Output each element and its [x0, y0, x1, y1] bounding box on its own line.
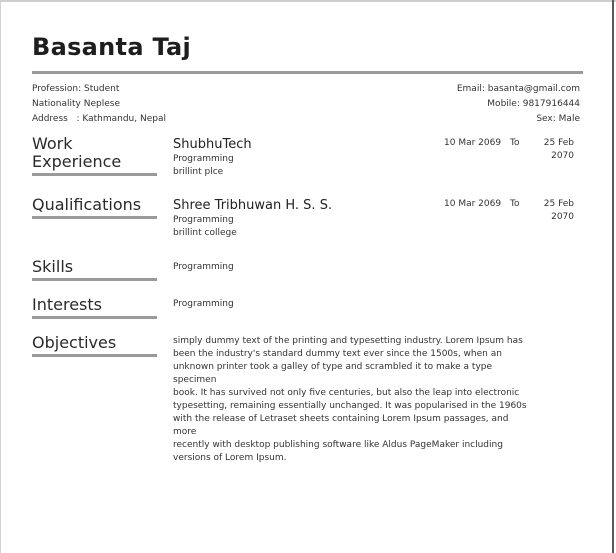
header-divider [32, 71, 583, 74]
work-end-year: 2070 [551, 151, 574, 161]
nationality-label: Nationality [32, 99, 81, 109]
qualification-end-day: 25 Feb [543, 199, 574, 209]
work-organization: ShubhuTech [173, 137, 252, 152]
email-value: basanta@gmail.com [487, 84, 580, 94]
nationality-value: Neplese [83, 99, 120, 109]
email-label: Email: [456, 84, 485, 94]
resume-name: Basanta Taj [32, 33, 192, 61]
objectives-heading: Objectives [32, 334, 157, 357]
skills-heading: Skills [32, 258, 157, 281]
objectives-text: simply dummy text of the printing and ty… [173, 335, 533, 465]
nationality-row: Nationality Neplese [32, 97, 166, 112]
work-start-date: 10 Mar 2069 [444, 138, 502, 148]
work-experience-heading: Work Experience [32, 135, 157, 176]
work-heading-line2: Experience [32, 152, 122, 171]
email-row: Email: basanta@gmail.com [457, 82, 580, 97]
qualification-end-date: 25 Feb 2070 [532, 198, 574, 224]
qualification-to-label: To [510, 199, 520, 209]
page-left-border [0, 0, 1, 553]
work-role: Programming [173, 154, 234, 164]
address-label: Address [32, 114, 68, 124]
work-details: ShubhuTech Programming brillint plce [173, 136, 252, 179]
profession-value: Student [83, 84, 120, 94]
mobile-row: Mobile: 9817916444 [457, 97, 580, 112]
qualifications-heading: Qualifications [32, 196, 157, 219]
objective-line: recently with desktop publishing softwar… [173, 440, 503, 450]
qualification-start-date: 10 Mar 2069 [444, 199, 502, 209]
address-row: Address : Kathmandu, Nepal [32, 112, 166, 127]
work-heading-line1: Work [32, 134, 73, 153]
page-right-border [612, 0, 614, 553]
work-end-day: 25 Feb [543, 138, 574, 148]
address-value: Kathmandu, Nepal [82, 114, 166, 124]
objective-line: versions of Lorem Ipsum. [173, 453, 287, 463]
objective-line: unknown printer took a galley of type an… [173, 362, 493, 385]
personal-info-right: Email: basanta@gmail.com Mobile: 9817916… [457, 82, 580, 127]
objective-line: book. It has survived not only five cent… [173, 388, 520, 398]
work-note: brillint plce [173, 167, 224, 177]
qualification-note: brillint college [173, 228, 237, 238]
objective-line: simply dummy text of the printing and ty… [173, 336, 523, 346]
objective-line: been the industry's standard dummy text … [173, 349, 502, 359]
mobile-label: Mobile: [487, 99, 520, 109]
interests-heading: Interests [32, 296, 157, 319]
profession-label: Profession: [32, 84, 82, 94]
objective-line: typesetting, remaining essentially uncha… [173, 401, 527, 411]
profession-row: Profession: Student [32, 82, 166, 97]
objective-line: with the release of Letraset sheets cont… [173, 414, 509, 437]
interests-value: Programming [173, 299, 234, 309]
qualification-end-year: 2070 [551, 212, 574, 222]
sex-row: Sex: Male [457, 112, 580, 127]
skills-value: Programming [173, 262, 234, 272]
work-to-label: To [510, 138, 520, 148]
work-end-date: 25 Feb 2070 [532, 137, 574, 163]
qualification-details: Shree Tribhuwan H. S. S. Programming bri… [173, 197, 332, 240]
page-top-border [0, 0, 616, 2]
sex-label: Sex: [536, 114, 556, 124]
sex-value: Male [558, 114, 580, 124]
mobile-value: 9817916444 [522, 99, 580, 109]
qualification-field: Programming [173, 215, 234, 225]
personal-info-left: Profession: Student Nationality Neplese … [32, 82, 166, 127]
address-separator: : [76, 114, 80, 124]
qualification-organization: Shree Tribhuwan H. S. S. [173, 198, 333, 213]
